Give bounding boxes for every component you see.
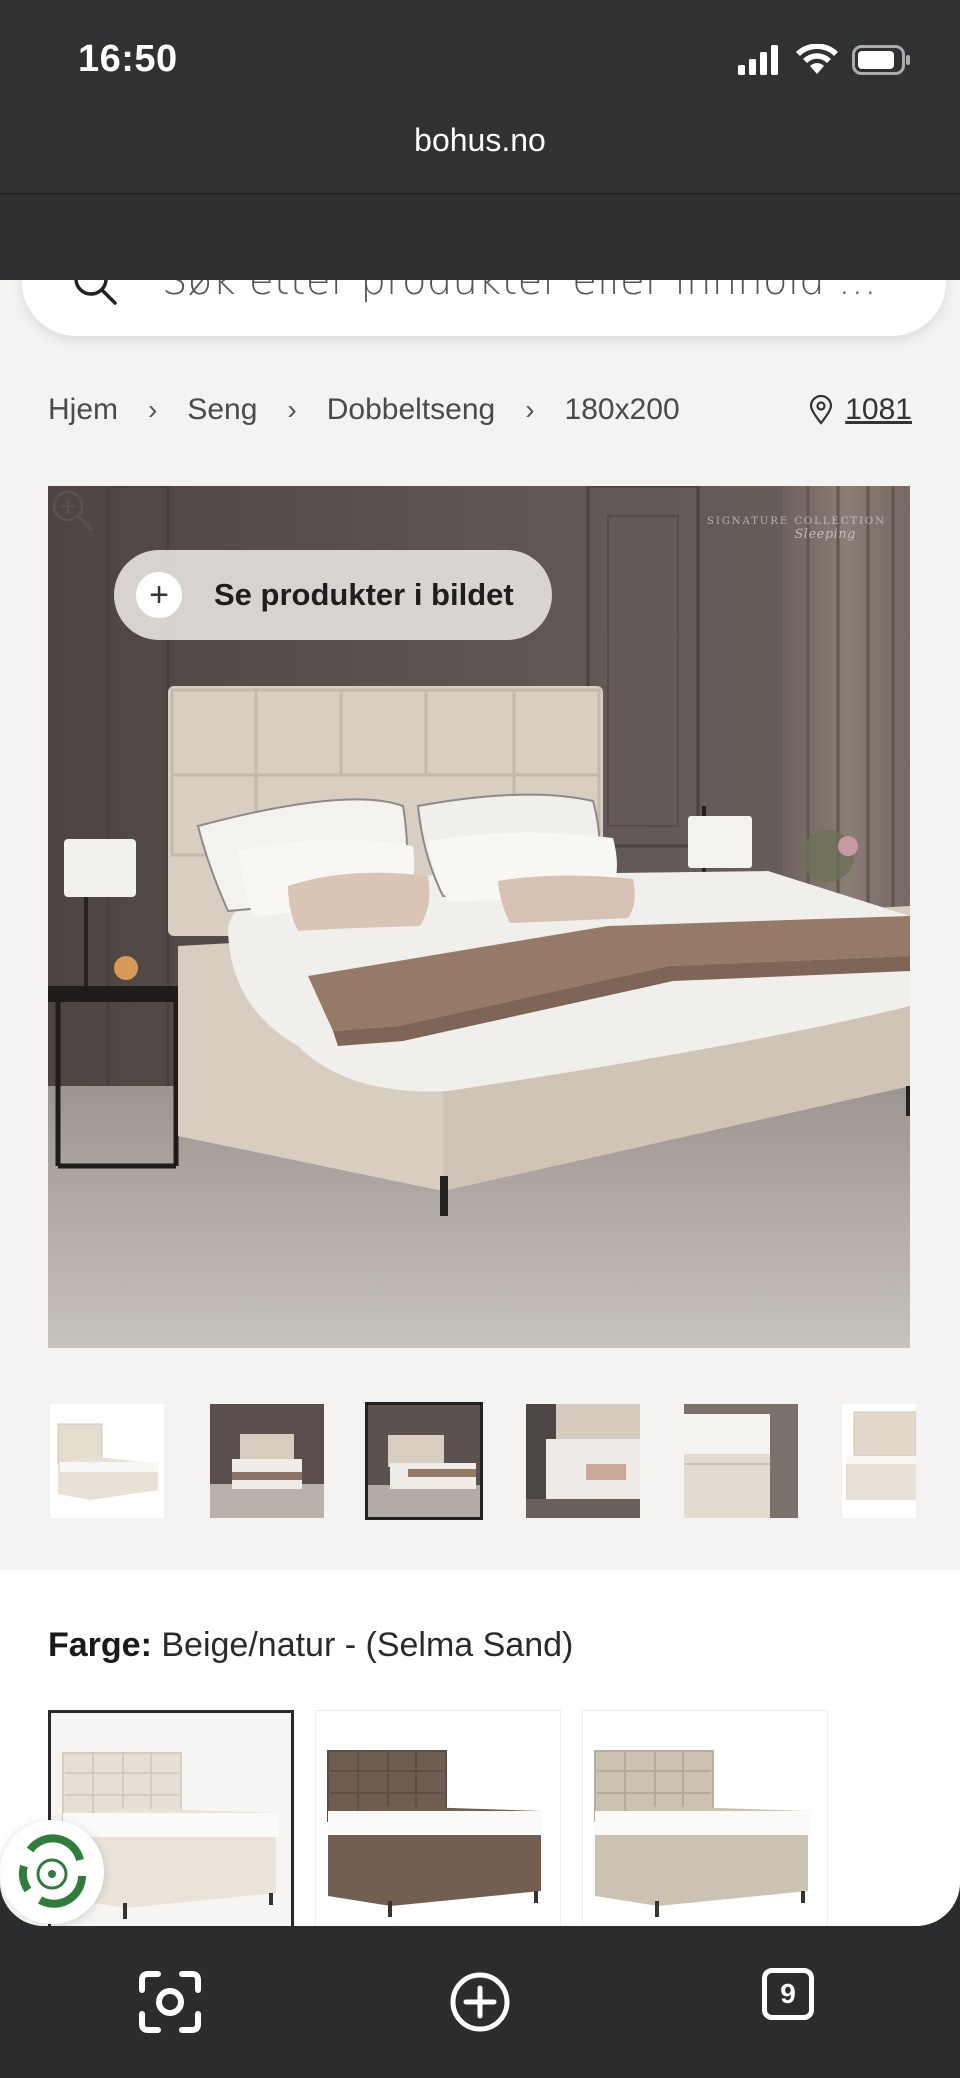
thumbnail-4[interactable]	[526, 1404, 640, 1518]
search-icon	[74, 280, 117, 305]
url-bar[interactable]: bohus.no	[0, 122, 960, 159]
thumbnail-6[interactable]	[842, 1404, 916, 1518]
camera-icon[interactable]	[134, 1966, 206, 2038]
breadcrumb-item-seng[interactable]: Seng	[187, 393, 257, 427]
color-label: Farge: Beige/natur - (Selma Sand)	[48, 1626, 574, 1664]
status-icons	[738, 42, 912, 78]
breadcrumb-item-size[interactable]: 180x200	[565, 393, 680, 427]
location-pin-icon	[810, 395, 833, 425]
thumbnail-3[interactable]	[365, 1402, 483, 1520]
zoom-in-icon[interactable]	[48, 486, 96, 534]
image-thumbnails	[48, 1402, 960, 1522]
search-placeholder: Søk etter produkter eller innhold ...	[162, 280, 877, 304]
search-input[interactable]: Søk etter produkter eller innhold ...	[22, 280, 946, 336]
recycle-badge[interactable]	[0, 1820, 104, 1924]
chevron-right-icon: ›	[287, 394, 297, 425]
breadcrumb: Hjem › Seng › Dobbeltseng › 180x200	[48, 390, 680, 430]
plus-circle-icon[interactable]	[444, 1966, 516, 2038]
thumbnail-2[interactable]	[210, 1404, 324, 1518]
store-link[interactable]: 1081	[809, 390, 912, 430]
thumbnail-5[interactable]	[684, 1404, 798, 1518]
breadcrumb-item-home[interactable]: Hjem	[48, 393, 118, 427]
tabs-icon[interactable]: 9	[762, 1968, 814, 2020]
chevron-right-icon: ›	[525, 394, 535, 425]
see-products-in-image-button[interactable]: + Se produkter i bildet	[114, 550, 552, 640]
watermark: SIGNATURE COLLECTION Sleeping	[707, 516, 886, 542]
site-header-strip	[0, 195, 960, 280]
browser-toolbar: 9	[0, 1926, 960, 2078]
recycle-badge-icon	[18, 1834, 86, 1908]
color-swatch-brown[interactable]	[315, 1710, 561, 1926]
thumbnail-1[interactable]	[50, 1404, 164, 1518]
battery-icon	[852, 45, 910, 75]
chevron-right-icon: ›	[148, 394, 158, 425]
status-time: 16:50	[78, 38, 178, 80]
wifi-icon	[796, 44, 838, 74]
color-swatch-light-grey[interactable]	[582, 1710, 828, 1926]
status-bar: 16:50 bohus.no	[0, 0, 960, 158]
store-number[interactable]: 1081	[845, 393, 912, 427]
see-products-label: Se produkter i bildet	[214, 577, 514, 612]
signal-icon	[738, 45, 778, 75]
plus-icon: +	[136, 572, 182, 618]
selected-color-value: Beige/natur - (Selma Sand)	[161, 1626, 574, 1664]
breadcrumb-item-dobbeltseng[interactable]: Dobbeltseng	[327, 393, 495, 427]
product-hero-image[interactable]: SIGNATURE COLLECTION Sleeping + Se produ…	[48, 486, 910, 1348]
web-page: Hjem › Seng › Dobbeltseng › 180x200 1081	[0, 280, 960, 1926]
